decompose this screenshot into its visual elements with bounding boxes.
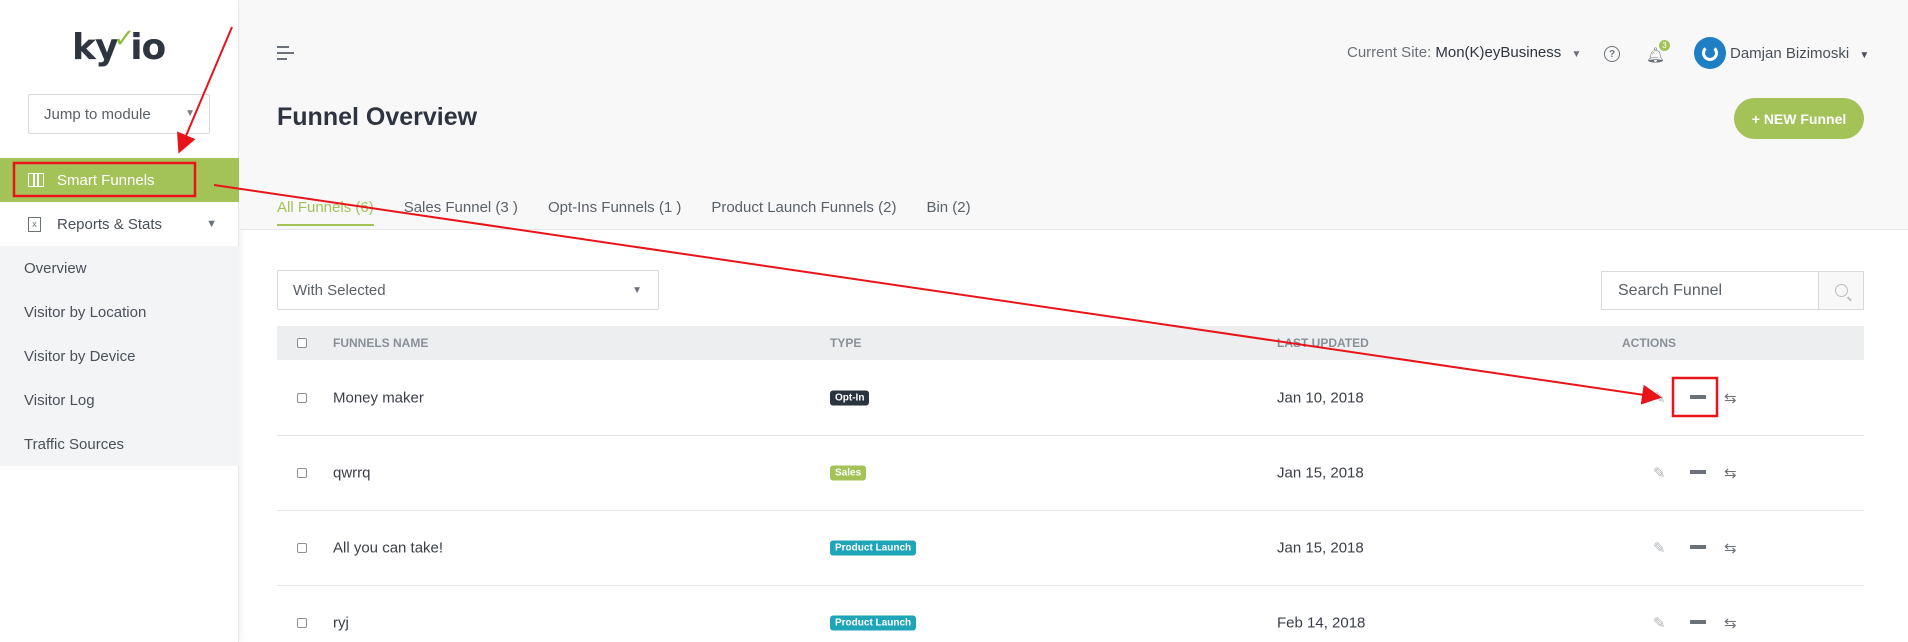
sidebar-item-label: Smart Funnels xyxy=(57,171,155,189)
map-icon xyxy=(28,173,44,187)
tab-all-funnels[interactable]: All Funnels (6) xyxy=(277,199,374,226)
table-row[interactable]: All you can take! Product Launch Jan 15, 2… xyxy=(277,511,1864,586)
funnel-name[interactable]: ryj xyxy=(333,615,349,632)
notification-badge: 3 xyxy=(1659,40,1670,51)
submenu-item-visitor-log[interactable]: Visitor Log xyxy=(0,378,239,422)
select-all-checkbox[interactable] xyxy=(297,338,307,348)
new-funnel-button[interactable]: + NEW Funnel xyxy=(1734,98,1864,139)
table-row[interactable]: Money maker Opt-In Jan 10, 2018 ✎ ⇆ xyxy=(277,361,1864,436)
funnel-last-updated: Jan 10, 2018 xyxy=(1277,389,1364,407)
user-name: Damjan Bizimoski xyxy=(1730,45,1850,62)
funnel-tabs: All Funnels (6) Sales Funnel (3 ) Opt-In… xyxy=(277,199,1001,226)
funnel-type-badge: Sales xyxy=(830,465,867,481)
funnel-last-updated: Jan 15, 2018 xyxy=(1277,539,1364,557)
help-icon[interactable]: ? xyxy=(1604,46,1620,62)
jump-to-module-select[interactable]: Jump to module ▼ xyxy=(28,94,210,134)
reports-submenu: Overview Visitor by Location Visitor by … xyxy=(0,246,239,466)
tab-product-launch-funnels[interactable]: Product Launch Funnels (2) xyxy=(711,199,896,226)
swap-icon[interactable]: ⇆ xyxy=(1724,539,1737,557)
submenu-item-traffic-sources[interactable]: Traffic Sources xyxy=(0,422,239,466)
funnel-last-updated: Feb 14, 2018 xyxy=(1277,614,1366,632)
funnel-type-badge: Product Launch xyxy=(830,540,917,556)
tab-sales-funnel[interactable]: Sales Funnel (3 ) xyxy=(404,199,518,226)
bulk-action-select[interactable]: With Selected ▼ xyxy=(277,270,659,310)
hamburger-icon[interactable] xyxy=(277,46,294,64)
chevron-down-icon: ▼ xyxy=(1571,49,1582,60)
funnel-last-updated: Jan 15, 2018 xyxy=(1277,464,1364,482)
column-header-actions: ACTIONS xyxy=(1622,336,1676,350)
edit-icon[interactable]: ✎ xyxy=(1653,389,1666,407)
report-file-icon: x xyxy=(28,216,41,232)
edit-icon[interactable]: ✎ xyxy=(1653,614,1666,632)
funnel-type-badge: Opt-In xyxy=(830,390,870,406)
table-row[interactable]: qwrrq Sales Jan 15, 2018 ✎ ⇆ xyxy=(277,436,1864,511)
funnel-name[interactable]: All you can take! xyxy=(333,540,443,557)
user-menu[interactable]: Damjan Bizimoski ▼ xyxy=(1730,45,1869,62)
logo-text-end: io xyxy=(130,27,166,68)
search-icon xyxy=(1834,284,1848,297)
submenu-item-overview[interactable]: Overview xyxy=(0,246,239,290)
sidebar-item-label: Reports & Stats xyxy=(57,215,163,233)
main-content: Current Site: Mon(K)eyBusiness ▼ ? 🔔︎ 3 … xyxy=(240,0,1908,642)
row-checkbox[interactable] xyxy=(297,543,307,553)
tab-opt-ins-funnels[interactable]: Opt-Ins Funnels (1 ) xyxy=(548,199,681,226)
chevron-down-icon: ▼ xyxy=(632,284,642,296)
bulk-action-label: With Selected xyxy=(293,281,386,299)
column-header-name: FUNNELS NAME xyxy=(333,336,429,350)
logo[interactable]: ky ✓ io xyxy=(72,24,166,68)
column-header-updated: LAST UPDATED xyxy=(1277,336,1369,350)
logo-text-start: ky xyxy=(72,27,118,68)
swap-icon[interactable]: ⇆ xyxy=(1724,389,1737,407)
submenu-item-visitor-device[interactable]: Visitor by Device xyxy=(0,334,239,378)
site-label: Current Site: xyxy=(1347,44,1432,61)
page-title: Funnel Overview xyxy=(277,103,478,131)
edit-icon[interactable]: ✎ xyxy=(1653,539,1666,557)
sidebar-item-smart-funnels[interactable]: Smart Funnels xyxy=(0,158,239,202)
chevron-down-icon: ▼ xyxy=(1859,50,1870,61)
search-button[interactable] xyxy=(1818,271,1864,310)
row-checkbox[interactable] xyxy=(297,393,307,403)
search-input[interactable]: Search Funnel xyxy=(1601,271,1818,310)
site-name: Mon(K)eyBusiness xyxy=(1435,44,1562,61)
column-header-type: TYPE xyxy=(830,336,862,350)
funnel-name[interactable]: Money maker xyxy=(333,390,424,407)
avatar[interactable] xyxy=(1694,37,1726,69)
submenu-item-visitor-location[interactable]: Visitor by Location xyxy=(0,290,239,334)
jump-to-module-label: Jump to module xyxy=(44,105,151,123)
table-header: FUNNELS NAME TYPE LAST UPDATED ACTIONS xyxy=(277,326,1864,360)
swap-icon[interactable]: ⇆ xyxy=(1724,614,1737,632)
edit-icon[interactable]: ✎ xyxy=(1653,464,1666,482)
table-row[interactable]: ryj Product Launch Feb 14, 2018 ✎ ⇆ xyxy=(277,586,1864,642)
tab-bin[interactable]: Bin (2) xyxy=(926,199,970,226)
funnel-type-badge: Product Launch xyxy=(830,615,917,631)
chevron-down-icon: ▼ xyxy=(185,108,195,119)
site-selector[interactable]: Current Site: Mon(K)eyBusiness ▼ xyxy=(1347,44,1581,61)
sidebar: ky ✓ io Jump to module ▼ Smart Funnels x R… xyxy=(0,0,239,642)
funnel-name[interactable]: qwrrq xyxy=(333,465,371,482)
swap-icon[interactable]: ⇆ xyxy=(1724,464,1737,482)
chevron-down-icon: ▼ xyxy=(206,218,217,230)
power-icon xyxy=(1702,45,1718,61)
page-header: Current Site: Mon(K)eyBusiness ▼ ? 🔔︎ 3 … xyxy=(240,0,1908,230)
sidebar-item-reports-stats[interactable]: x Reports & Stats ▼ xyxy=(0,202,239,246)
row-checkbox[interactable] xyxy=(297,618,307,628)
row-checkbox[interactable] xyxy=(297,468,307,478)
